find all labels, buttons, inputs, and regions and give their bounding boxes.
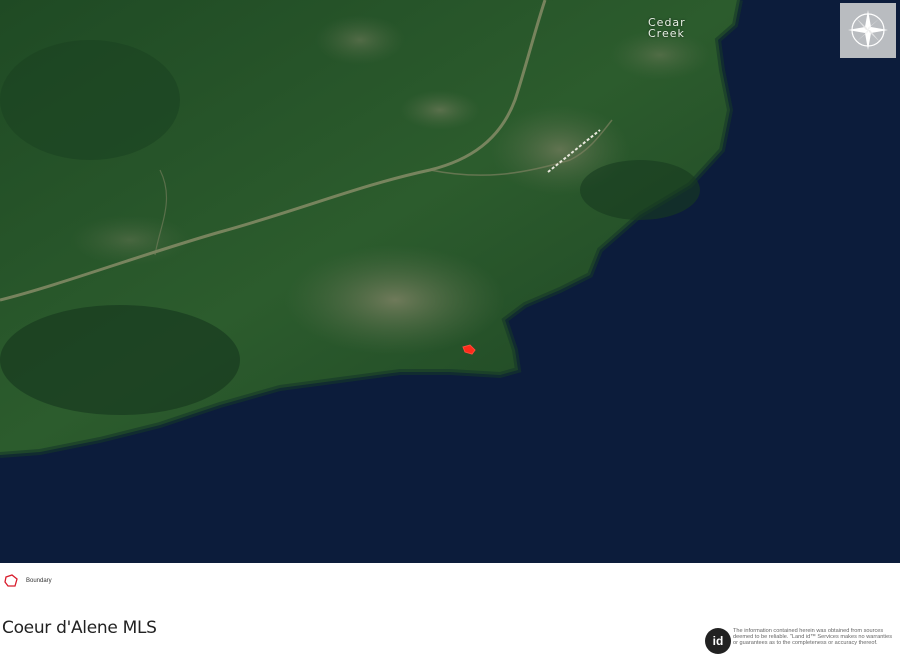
legend-label-boundary: Boundary: [26, 578, 52, 584]
land-id-logo: id: [705, 628, 731, 654]
boundary-swatch-icon: [4, 574, 18, 587]
compass-rose[interactable]: [840, 3, 896, 58]
clearing-area: [70, 215, 190, 265]
forest-area: [580, 160, 700, 220]
place-label-cedar-creek: Cedar Creek: [648, 17, 686, 39]
clearing-area: [400, 90, 480, 130]
disclaimer-text: The information contained herein was obt…: [733, 628, 893, 647]
compass-rose-icon: [848, 10, 888, 50]
place-label-line: Creek: [648, 27, 685, 40]
forest-area: [0, 40, 180, 160]
map-legend: Boundary: [4, 574, 52, 588]
satellite-map[interactable]: [0, 0, 900, 563]
mls-brand-name: Coeur d'Alene MLS: [2, 618, 157, 638]
clearing-area: [315, 15, 405, 65]
clearing-area: [285, 245, 505, 355]
forest-area: [0, 305, 240, 415]
